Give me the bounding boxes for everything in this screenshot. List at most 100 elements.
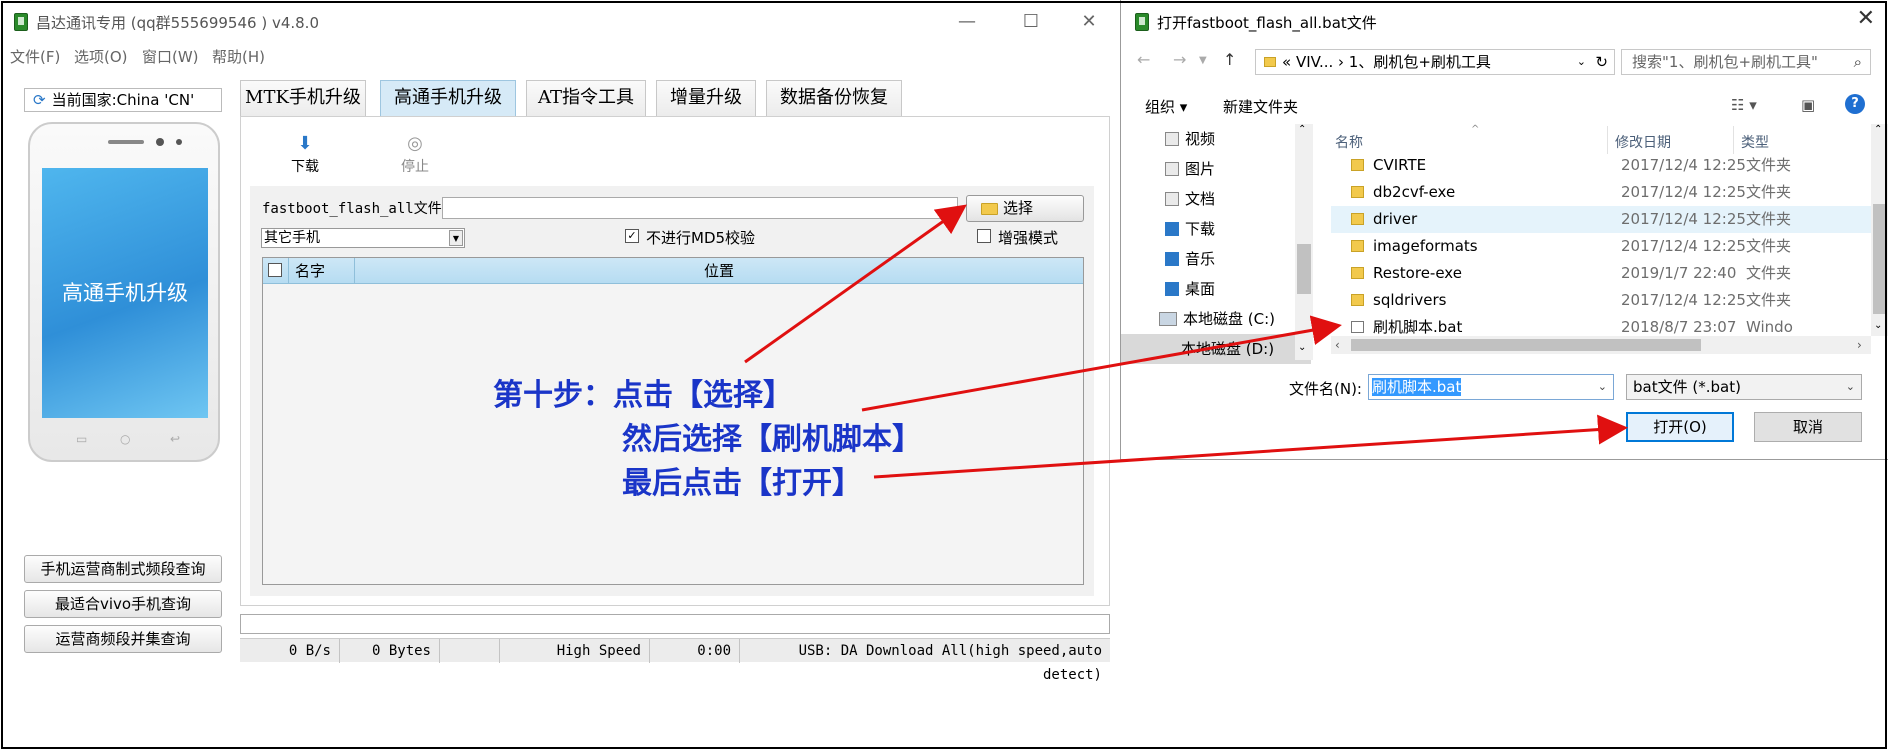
scroll-up-icon[interactable]: ⌃	[1298, 124, 1306, 135]
stop-button[interactable]: ◎ 停止	[385, 134, 445, 176]
up-arrow-icon[interactable]: ↑	[1223, 50, 1236, 69]
scroll-up-icon[interactable]: ⌃	[1874, 124, 1882, 135]
scroll-left-icon[interactable]: ‹	[1335, 336, 1340, 354]
scroll-down-icon[interactable]: ⌄	[1874, 320, 1882, 331]
folder-icon	[981, 203, 998, 215]
file-date: 2017/12/4 12:25	[1621, 156, 1746, 174]
bat-file-icon	[1351, 321, 1364, 333]
nav-item-drive-c[interactable]: 本地磁盘 (C:)	[1159, 304, 1275, 334]
address-bar[interactable]: « VIV... › 1、刷机包+刷机工具 ⌄ ↻	[1255, 49, 1615, 75]
hscroll-thumb[interactable]	[1351, 339, 1701, 351]
address-dropdown-icon[interactable]: ⌄	[1577, 50, 1586, 74]
cancel-button[interactable]: 取消	[1754, 412, 1862, 442]
file-row[interactable]: CVIRTE 2017/12/4 12:25 文件夹	[1331, 152, 1871, 179]
filename-dropdown-icon[interactable]: ⌄	[1598, 375, 1607, 399]
drive-icon	[1159, 312, 1177, 326]
minimize-button[interactable]: —	[952, 8, 982, 36]
search-placeholder: 搜索"1、刷机包+刷机工具"	[1632, 53, 1818, 71]
best-vivo-query-button[interactable]: 最适合vivo手机查询	[24, 590, 222, 618]
search-input[interactable]: 搜索"1、刷机包+刷机工具" ⌕	[1621, 49, 1871, 75]
file-list-hscrollbar[interactable]: ‹ ›	[1331, 336, 1871, 354]
new-folder-button[interactable]: 新建文件夹	[1223, 96, 1298, 117]
status-bar: 0 B/s 0 Bytes High Speed 0:00 USB: DA Do…	[240, 638, 1110, 683]
file-type: 文件夹	[1746, 183, 1792, 201]
col-type-header[interactable]: 类型	[1741, 132, 1769, 152]
select-file-button[interactable]: 选择	[966, 195, 1084, 222]
file-list-scrollbar[interactable]: ⌃ ⌄	[1871, 124, 1888, 336]
filetype-select[interactable]: bat文件 (*.bat) ⌄	[1626, 374, 1862, 400]
file-row[interactable]: driver 2017/12/4 12:25 文件夹	[1331, 206, 1871, 233]
recent-dropdown-icon[interactable]: ▼	[1199, 55, 1207, 66]
back-arrow-icon[interactable]: ←	[1137, 50, 1150, 69]
open-button[interactable]: 打开(O)	[1626, 412, 1734, 442]
carrier-band-query-button[interactable]: 手机运营商制式频段查询	[24, 555, 222, 583]
file-row[interactable]: sqldrivers 2017/12/4 12:25 文件夹	[1331, 287, 1871, 314]
menu-options[interactable]: 选项(O)	[74, 46, 128, 67]
skip-md5-checkbox[interactable]: ✓	[625, 229, 639, 243]
view-options-icon[interactable]: ☷ ▾	[1731, 96, 1757, 114]
app-icon	[14, 13, 28, 31]
col-location-header[interactable]: 位置	[355, 258, 1083, 284]
close-button[interactable]: ✕	[1074, 8, 1104, 36]
enhanced-mode-checkbox[interactable]	[977, 229, 991, 243]
annotation-line-1: 第十步：点击【选择】	[493, 378, 793, 413]
menu-window[interactable]: 窗口(W)	[142, 46, 199, 67]
nav-item-videos[interactable]: 视频	[1165, 124, 1215, 154]
tab-at-tool[interactable]: AT指令工具	[526, 80, 646, 116]
scroll-right-icon[interactable]: ›	[1857, 336, 1862, 354]
nav-item-desktop[interactable]: 桌面	[1165, 274, 1215, 304]
nav-item-music[interactable]: 音乐	[1165, 244, 1215, 274]
tab-mtk-upgrade[interactable]: MTK手机升级	[240, 80, 366, 116]
phone-screen-text: 高通手机升级	[42, 168, 208, 418]
col-date-header[interactable]: 修改日期	[1615, 132, 1671, 152]
nav-item-drive-d[interactable]: 本地磁盘 (D:)	[1121, 334, 1311, 364]
select-all-checkbox[interactable]	[268, 263, 282, 277]
carrier-band-union-button[interactable]: 运营商频段并集查询	[24, 625, 222, 653]
maximize-button[interactable]: ☐	[1016, 8, 1046, 36]
file-scroll-thumb[interactable]	[1873, 204, 1887, 314]
dropdown-arrow-icon: ▼	[449, 230, 463, 246]
file-name: sqldrivers	[1373, 291, 1447, 309]
nav-item-documents[interactable]: 文档	[1165, 184, 1215, 214]
refresh-icon[interactable]: ↻	[1595, 50, 1608, 74]
nav-item-downloads[interactable]: 下载	[1165, 214, 1215, 244]
organize-button[interactable]: 组织 ▾	[1145, 96, 1187, 117]
desktop-icon	[1165, 282, 1179, 296]
status-mode: High Speed	[500, 639, 650, 663]
select-all-cell	[263, 258, 289, 284]
stop-icon: ◎	[407, 133, 423, 154]
current-country: ⟳ 当前国家:China 'CN'	[24, 88, 222, 112]
filename-input[interactable]: 刷机脚本.bat ⌄	[1368, 374, 1614, 400]
file-row[interactable]: db2cvf-exe 2017/12/4 12:25 文件夹	[1331, 179, 1871, 206]
file-row[interactable]: Restore-exe 2019/1/7 22:40 文件夹	[1331, 260, 1871, 287]
help-icon[interactable]: ?	[1845, 94, 1865, 114]
menu-help[interactable]: 帮助(H)	[212, 46, 265, 67]
select-button-label: 选择	[1003, 199, 1034, 217]
tab-qualcomm-upgrade[interactable]: 高通手机升级	[380, 80, 516, 116]
col-name-header[interactable]: 名字	[289, 258, 355, 284]
col-name-header[interactable]: 名称	[1335, 132, 1363, 152]
dialog-title: 打开fastboot_flash_all.bat文件	[1157, 14, 1377, 32]
phone-illustration: 高通手机升级 ▭ ○ ↩	[28, 122, 220, 462]
menu-file[interactable]: 文件(F)	[10, 46, 60, 67]
preview-pane-icon[interactable]: ▣	[1801, 96, 1815, 114]
status-time: 0:00	[650, 639, 740, 663]
file-row[interactable]: imageformats 2017/12/4 12:25 文件夹	[1331, 233, 1871, 260]
dialog-close-button[interactable]: ✕	[1857, 6, 1875, 31]
phone-model-select[interactable]: 其它手机 ▼	[261, 228, 465, 248]
col-separator	[1607, 126, 1608, 154]
menubar: 文件(F) 选项(O) 窗口(W) 帮助(H)	[0, 44, 1120, 68]
nav-item-pictures[interactable]: 图片	[1165, 154, 1215, 184]
nav-scrollbar[interactable]: ⌃ ⌄	[1295, 124, 1313, 360]
nav-scroll-thumb[interactable]	[1297, 244, 1311, 294]
scroll-down-icon[interactable]: ⌄	[1298, 342, 1306, 353]
tab-incremental[interactable]: 增量升级	[656, 80, 756, 116]
open-file-dialog: 打开fastboot_flash_all.bat文件 ✕ ← → ▼ ↑ « V…	[1120, 0, 1888, 460]
download-arrow-icon: ⬇	[297, 133, 313, 154]
fastboot-file-input[interactable]	[442, 197, 958, 219]
forward-arrow-icon[interactable]: →	[1173, 50, 1186, 69]
download-button[interactable]: ⬇ 下载	[275, 134, 335, 176]
tab-backup-restore[interactable]: 数据备份恢复	[766, 80, 902, 116]
enhanced-mode-label: 增强模式	[998, 229, 1059, 247]
file-type: 文件夹	[1746, 264, 1792, 282]
